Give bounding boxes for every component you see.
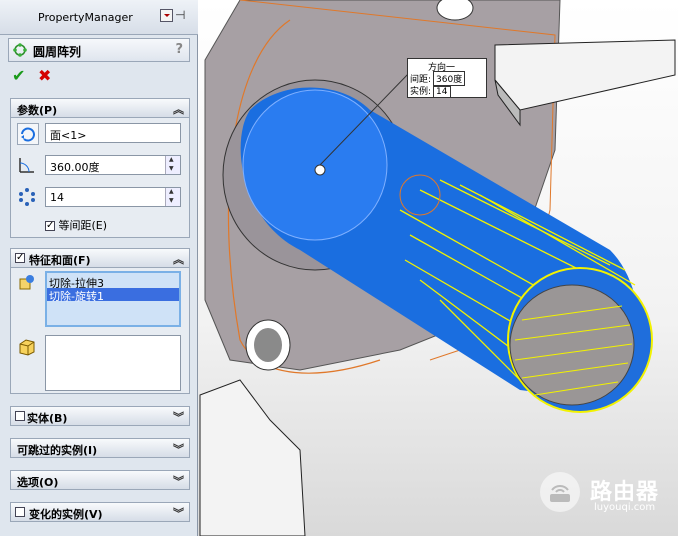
property-manager-title: PropertyManager bbox=[38, 11, 133, 24]
bodies-group[interactable]: 实体(B) ︾ bbox=[10, 406, 190, 426]
bracket-bottom[interactable] bbox=[199, 379, 306, 536]
options-group-title: 选项(O) bbox=[17, 476, 59, 489]
instances-field[interactable]: 14 bbox=[45, 187, 181, 207]
varying-instances-group-title: 变化的实例(V) bbox=[29, 508, 103, 521]
cancel-button[interactable]: ✖ bbox=[38, 68, 54, 84]
features-faces-group: 特征和面(F) ︽ 切除-拉伸3 切除-旋转1 bbox=[10, 248, 190, 394]
parameters-group-title: 参数(P) bbox=[17, 104, 58, 117]
feature-header: 圆周阵列 ? bbox=[8, 38, 190, 62]
equal-spacing-label: 等间距(E) bbox=[58, 219, 108, 232]
instances-icon bbox=[17, 187, 37, 207]
watermark-url: luyouqi.com bbox=[594, 502, 656, 513]
axis-face-field[interactable]: 面<1> bbox=[45, 123, 181, 143]
instances-spinner[interactable] bbox=[165, 188, 180, 206]
expand-icon[interactable] bbox=[160, 9, 173, 22]
bracket-right[interactable] bbox=[494, 39, 676, 111]
angle-spinner[interactable] bbox=[165, 156, 180, 174]
angle-field[interactable]: 360.00度 bbox=[45, 155, 181, 175]
parameters-group: 参数(P) ︽ 面<1> 360.00度 14 bbox=[10, 98, 190, 238]
parameters-group-header[interactable]: 参数(P) ︽ bbox=[11, 99, 189, 118]
spline-end-face[interactable] bbox=[509, 284, 635, 406]
collapse-chevron-icon[interactable]: ︽ bbox=[173, 251, 184, 267]
ok-button[interactable]: ✔ bbox=[12, 68, 28, 84]
varying-instances-group[interactable]: 变化的实例(V) ︾ bbox=[10, 502, 190, 522]
rotation-axis-icon[interactable] bbox=[17, 123, 39, 145]
shaft-end-face[interactable] bbox=[242, 89, 388, 241]
equal-spacing-checkbox[interactable] bbox=[45, 221, 55, 231]
equal-spacing-option[interactable]: 等间距(E) bbox=[45, 217, 107, 233]
angle-value: 360.00度 bbox=[50, 161, 100, 174]
list-item-selected[interactable]: 切除-旋转1 bbox=[47, 288, 179, 303]
features-faces-group-header[interactable]: 特征和面(F) ︽ bbox=[11, 249, 189, 268]
skip-instances-group[interactable]: 可跳过的实例(I) ︾ bbox=[10, 438, 190, 458]
pin-icon[interactable]: ⊣ bbox=[175, 9, 188, 22]
angle-icon bbox=[17, 155, 37, 175]
feature-title: 圆周阵列 bbox=[33, 45, 82, 59]
expand-chevron-icon[interactable]: ︾ bbox=[173, 505, 184, 521]
hole[interactable] bbox=[436, 0, 474, 21]
instances-value: 14 bbox=[50, 191, 64, 204]
expand-chevron-icon[interactable]: ︾ bbox=[173, 409, 184, 425]
callout-instances-row: 实例: 14 bbox=[410, 84, 451, 98]
callout-instances-label: 实例: bbox=[410, 87, 432, 97]
skip-instances-group-title: 可跳过的实例(I) bbox=[17, 444, 98, 457]
router-logo-icon bbox=[540, 472, 580, 512]
axis-point[interactable] bbox=[314, 164, 326, 176]
help-icon[interactable]: ? bbox=[175, 42, 183, 57]
faces-to-pattern-icon bbox=[17, 337, 37, 357]
varying-instances-checkbox[interactable] bbox=[15, 507, 25, 517]
expand-chevron-icon[interactable]: ︾ bbox=[173, 441, 184, 457]
collapse-chevron-icon[interactable]: ︽ bbox=[173, 101, 184, 117]
callout-instances-value[interactable]: 14 bbox=[433, 86, 451, 98]
hole-inner bbox=[254, 328, 282, 362]
features-faces-group-title: 特征和面(F) bbox=[29, 254, 91, 267]
axis-face-value: 面<1> bbox=[50, 129, 87, 142]
direction-callout[interactable]: 方向一 间距: 360度 实例: 14 bbox=[407, 58, 487, 98]
bodies-checkbox[interactable] bbox=[15, 411, 25, 421]
circular-pattern-icon bbox=[13, 43, 27, 57]
property-manager-titlebar: PropertyManager ⊣ bbox=[0, 0, 198, 35]
property-manager-panel: PropertyManager ⊣ 圆周阵列 ? ✔ ✖ 参数(P) ︽ 面<1… bbox=[0, 0, 198, 536]
features-to-pattern-icon bbox=[17, 273, 37, 293]
features-faces-checkbox[interactable] bbox=[15, 253, 25, 263]
expand-chevron-icon[interactable]: ︾ bbox=[173, 473, 184, 489]
bodies-group-title: 实体(B) bbox=[27, 412, 68, 425]
features-list[interactable]: 切除-拉伸3 切除-旋转1 bbox=[45, 271, 181, 327]
watermark: 路由器 luyouqi.com bbox=[538, 470, 668, 520]
options-group[interactable]: 选项(O) ︾ bbox=[10, 470, 190, 490]
faces-list[interactable] bbox=[45, 335, 181, 391]
titlebar-icons: ⊣ bbox=[160, 9, 194, 23]
